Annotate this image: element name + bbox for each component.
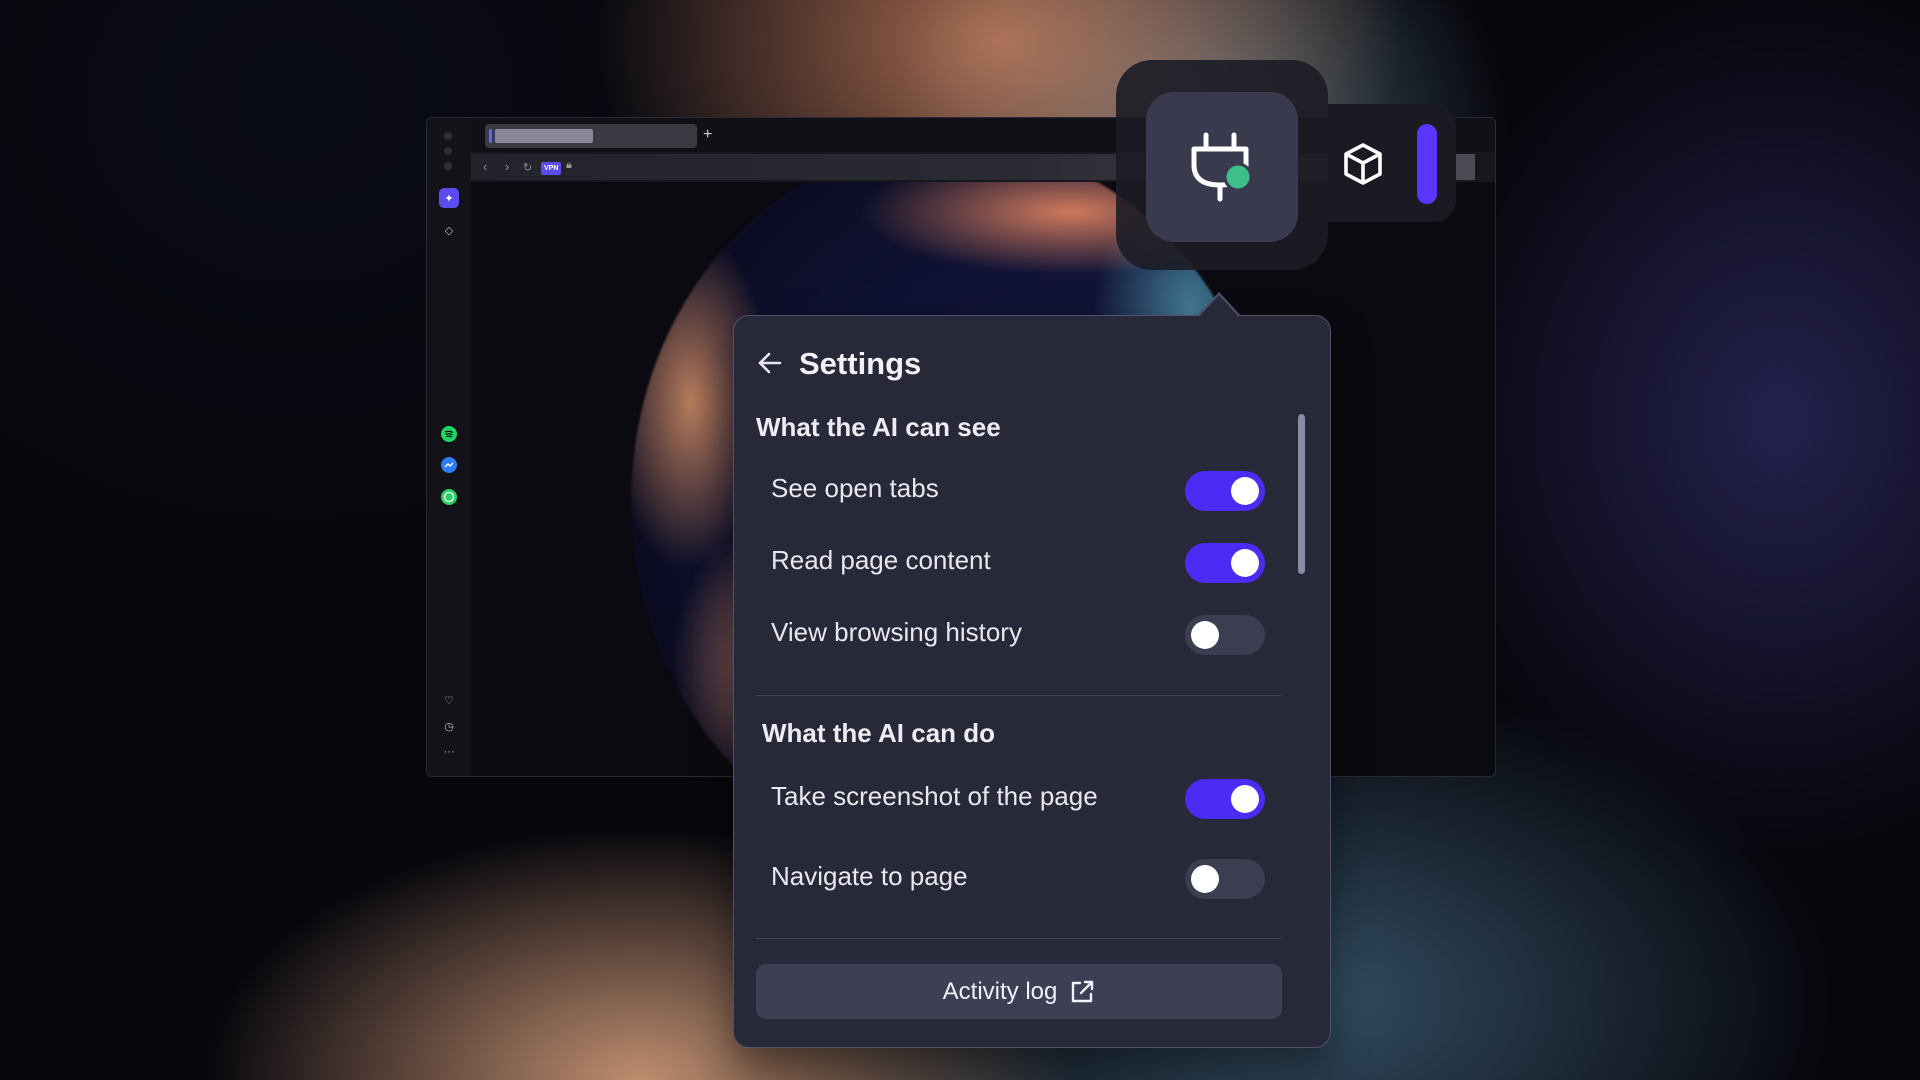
- clock-icon[interactable]: ◷: [439, 716, 459, 736]
- external-link-icon: [1072, 980, 1094, 1002]
- view-browsing-history-toggle[interactable]: [1185, 615, 1265, 655]
- tab-title-placeholder: [495, 129, 593, 143]
- toggle-knob: [1231, 477, 1259, 505]
- toggle-knob: [1191, 865, 1219, 893]
- window-dot: [444, 162, 452, 170]
- cube-icon[interactable]: [1340, 141, 1386, 187]
- view-browsing-history-label: View browsing history: [771, 617, 1022, 647]
- lock-icon: 🔒︎: [566, 159, 572, 171]
- navigate-to-page-label: Navigate to page: [771, 861, 968, 891]
- take-screenshot-label: Take screenshot of the page: [771, 781, 1098, 811]
- more-icon[interactable]: ···: [439, 742, 459, 762]
- panel-title: Settings: [799, 346, 922, 381]
- see-section-heading: What the AI can see: [756, 412, 1001, 442]
- tab-accent: [489, 129, 492, 143]
- take-screenshot-toggle[interactable]: [1185, 779, 1265, 819]
- active-indicator: [1417, 124, 1437, 204]
- do-section-heading: What the AI can do: [762, 718, 996, 748]
- aria-icon[interactable]: ✦: [439, 188, 459, 208]
- toggle-knob: [1231, 549, 1259, 577]
- toggle-knob: [1231, 785, 1259, 813]
- activity-log-label: Activity log: [942, 977, 1058, 1005]
- window-dot: [444, 147, 452, 155]
- toggle-knob: [1191, 621, 1219, 649]
- whatsapp-icon[interactable]: [439, 487, 459, 507]
- reload-icon[interactable]: ↻: [523, 161, 532, 174]
- read-page-content-label: Read page content: [771, 545, 991, 575]
- back-button[interactable]: [758, 352, 782, 379]
- spotify-icon[interactable]: [439, 424, 459, 444]
- scrollbar-thumb[interactable]: [1298, 414, 1305, 574]
- footer-divider: [756, 938, 1282, 939]
- section-divider: [756, 695, 1282, 696]
- navigate-to-page-toggle[interactable]: [1185, 859, 1265, 899]
- plug-icon: [1191, 132, 1253, 202]
- see-open-tabs-label: See open tabs: [771, 473, 939, 503]
- forward-nav-icon[interactable]: ›: [505, 159, 509, 174]
- heart-icon[interactable]: ♡: [439, 690, 459, 710]
- popover-caret: [1199, 295, 1239, 317]
- read-page-content-toggle[interactable]: [1185, 543, 1265, 583]
- back-nav-icon[interactable]: ‹: [483, 159, 487, 174]
- settings-panel: Settings What the AI can see See open ta…: [733, 315, 1331, 1048]
- ai-extension-button[interactable]: [1146, 92, 1298, 242]
- browser-sidebar: ✦ ◇ ♡ ◷ ···: [427, 118, 472, 776]
- messenger-icon[interactable]: [439, 455, 459, 475]
- window-dot: [444, 132, 452, 140]
- back-arrow-icon: [758, 352, 782, 374]
- new-tab-icon[interactable]: +: [703, 124, 712, 146]
- vpn-badge[interactable]: VPN: [541, 162, 562, 175]
- see-open-tabs-toggle[interactable]: [1185, 471, 1265, 511]
- activity-log-button[interactable]: Activity log: [756, 964, 1282, 1019]
- diamond-icon[interactable]: ◇: [439, 220, 459, 240]
- browser-tab[interactable]: [485, 124, 697, 148]
